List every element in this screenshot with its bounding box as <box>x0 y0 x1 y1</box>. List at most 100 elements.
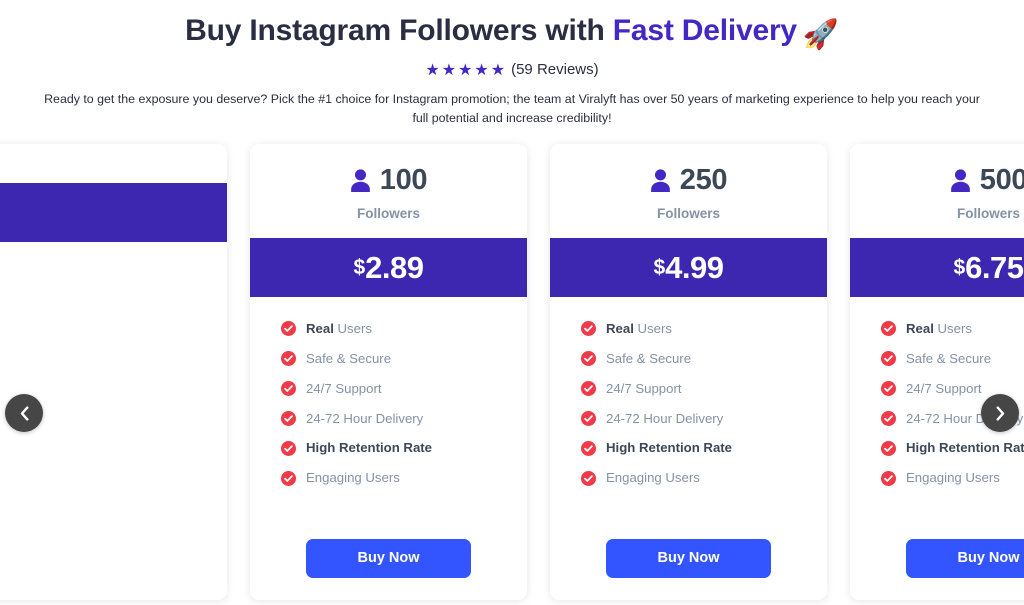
feature-item: Real Users <box>281 321 527 337</box>
feature-label: Engaging Users <box>306 470 400 486</box>
chevron-left-icon <box>19 405 30 421</box>
feature-label-rest: 24-72 Hour Delivery <box>606 410 724 426</box>
check-circle-icon <box>581 351 596 367</box>
feature-label-lead: Real <box>306 321 334 336</box>
feature-label: 24/7 Support <box>306 381 382 397</box>
feature-label: Engaging Users <box>906 470 1000 486</box>
quantity-unit-label: Followers <box>356 206 420 221</box>
feature-label: 24/7 Support <box>906 381 982 397</box>
feature-label-rest: 24/7 Support <box>306 380 382 396</box>
check-circle-icon <box>281 410 296 426</box>
price-value: 6.75 <box>965 249 1024 285</box>
quantity-value: 250 <box>679 164 728 196</box>
pricing-card[interactable]: 100 Followers $2.89 Real Users Safe & Secure… <box>250 144 527 600</box>
feature-label-rest: 24/7 Support <box>906 380 982 396</box>
feature-label: 24/7 Support <box>606 381 682 397</box>
check-circle-icon <box>281 351 296 367</box>
quantity-row: 250 <box>564 166 813 195</box>
feature-list: Real Users Safe & Secure 24/7 Support 24-72… <box>550 297 827 525</box>
feature-label: Safe & Secure <box>606 351 691 367</box>
price-band: $6.75 <box>850 238 1024 297</box>
quantity-row: 100 <box>264 166 513 195</box>
check-circle-icon <box>581 321 596 337</box>
page-title: Buy Instagram Followers with Fast Delive… <box>30 12 994 53</box>
card-footer <box>0 564 227 600</box>
carousel-next-button[interactable] <box>981 394 1019 432</box>
buy-now-button[interactable]: Buy Now <box>906 539 1024 578</box>
person-icon <box>350 168 371 193</box>
feature-label: 24-72 Hour Delivery <box>306 411 423 427</box>
feature-list: Real Users Safe & Secure 24/7 Support 24-72… <box>250 297 527 525</box>
card-header: 250 Followers <box>550 144 827 238</box>
page-title-main: Buy Instagram Followers with <box>185 14 613 47</box>
check-circle-icon <box>281 440 296 456</box>
feature-label-rest: High Retention Rate <box>606 440 733 456</box>
check-circle-icon <box>881 321 896 337</box>
feature-item: Engaging Users <box>581 470 827 486</box>
feature-label: Real Users <box>306 321 372 337</box>
feature-label-rest: Engaging Users <box>306 470 400 486</box>
check-circle-icon <box>281 381 296 397</box>
check-circle-icon <box>881 440 896 456</box>
person-icon <box>650 168 671 193</box>
card-footer: Buy Now <box>850 525 1024 600</box>
rocket-icon: 🚀 <box>802 19 839 51</box>
card-header: 500 Followers <box>850 144 1024 238</box>
buy-now-button[interactable]: Buy Now <box>306 539 471 578</box>
carousel-prev-button[interactable] <box>5 394 43 432</box>
feature-label-rest: High Retention Rate <box>906 440 1024 456</box>
check-circle-icon <box>581 440 596 456</box>
feature-label: 24-72 Hour Delivery <box>606 411 723 427</box>
feature-label-rest: Safe & Secure <box>606 350 692 366</box>
pricing-card[interactable]: 500 Followers $6.75 Real Users Safe & Secure… <box>850 144 1024 600</box>
feature-item: Safe & Secure <box>881 351 1024 367</box>
pricing-carousel: 100 Followers $2.89 Real Users Safe & Secure… <box>0 136 1024 605</box>
rating-row: ★★★★★ (59 Reviews) <box>30 62 994 79</box>
chevron-right-icon <box>995 405 1006 421</box>
person-icon <box>950 168 971 193</box>
quantity-value: 500 <box>979 164 1024 196</box>
check-circle-icon <box>881 470 896 486</box>
feature-label: High Retention Rate <box>306 440 432 456</box>
feature-item: Safe & Secure <box>281 351 527 367</box>
check-circle-icon <box>881 381 896 397</box>
feature-item: 24/7 Support <box>281 381 527 397</box>
quantity-value: 100 <box>379 164 428 196</box>
pricing-card[interactable]: 250 Followers $4.99 Real Users Safe & Secure… <box>550 144 827 600</box>
feature-label: Real Users <box>606 321 672 337</box>
feature-item: 24-72 Hour Delivery <box>581 411 827 427</box>
page-header: Buy Instagram Followers with Fast Delive… <box>0 0 1024 127</box>
price-value: 4.99 <box>665 249 724 285</box>
feature-item: High Retention Rate <box>581 440 827 456</box>
feature-item: Safe & Secure <box>581 351 827 367</box>
feature-label-rest: Safe & Secure <box>306 350 392 366</box>
price-band: $4.99 <box>550 238 827 297</box>
price-band: $2.89 <box>250 238 527 297</box>
feature-label: Real Users <box>906 321 972 337</box>
feature-label: High Retention Rate <box>906 440 1024 456</box>
page-subtitle: Ready to get the exposure you deserve? P… <box>44 92 980 125</box>
check-circle-icon <box>881 410 896 426</box>
price-currency: $ <box>353 255 366 279</box>
feature-label: Safe & Secure <box>306 351 391 367</box>
feature-label-rest: Engaging Users <box>606 470 700 486</box>
buy-now-button[interactable]: Buy Now <box>606 539 771 578</box>
pricing-card-partial[interactable] <box>0 144 227 600</box>
feature-label-rest: Users <box>333 321 372 336</box>
carousel-track[interactable]: 100 Followers $2.89 Real Users Safe & Secure… <box>0 140 1024 605</box>
card-footer: Buy Now <box>550 525 827 600</box>
card-header <box>0 144 227 183</box>
card-footer: Buy Now <box>250 525 527 600</box>
price-currency: $ <box>653 255 666 279</box>
check-circle-icon <box>281 321 296 337</box>
feature-item: Engaging Users <box>281 470 527 486</box>
feature-item: 24-72 Hour Delivery <box>281 411 527 427</box>
card-header: 100 Followers <box>250 144 527 238</box>
feature-label-lead: Real <box>906 321 934 336</box>
feature-label-rest: Users <box>933 321 972 336</box>
feature-label-rest: Engaging Users <box>906 470 1000 486</box>
feature-label: Engaging Users <box>606 470 700 486</box>
feature-label-lead: Real <box>606 321 634 336</box>
check-circle-icon <box>581 381 596 397</box>
check-circle-icon <box>881 351 896 367</box>
